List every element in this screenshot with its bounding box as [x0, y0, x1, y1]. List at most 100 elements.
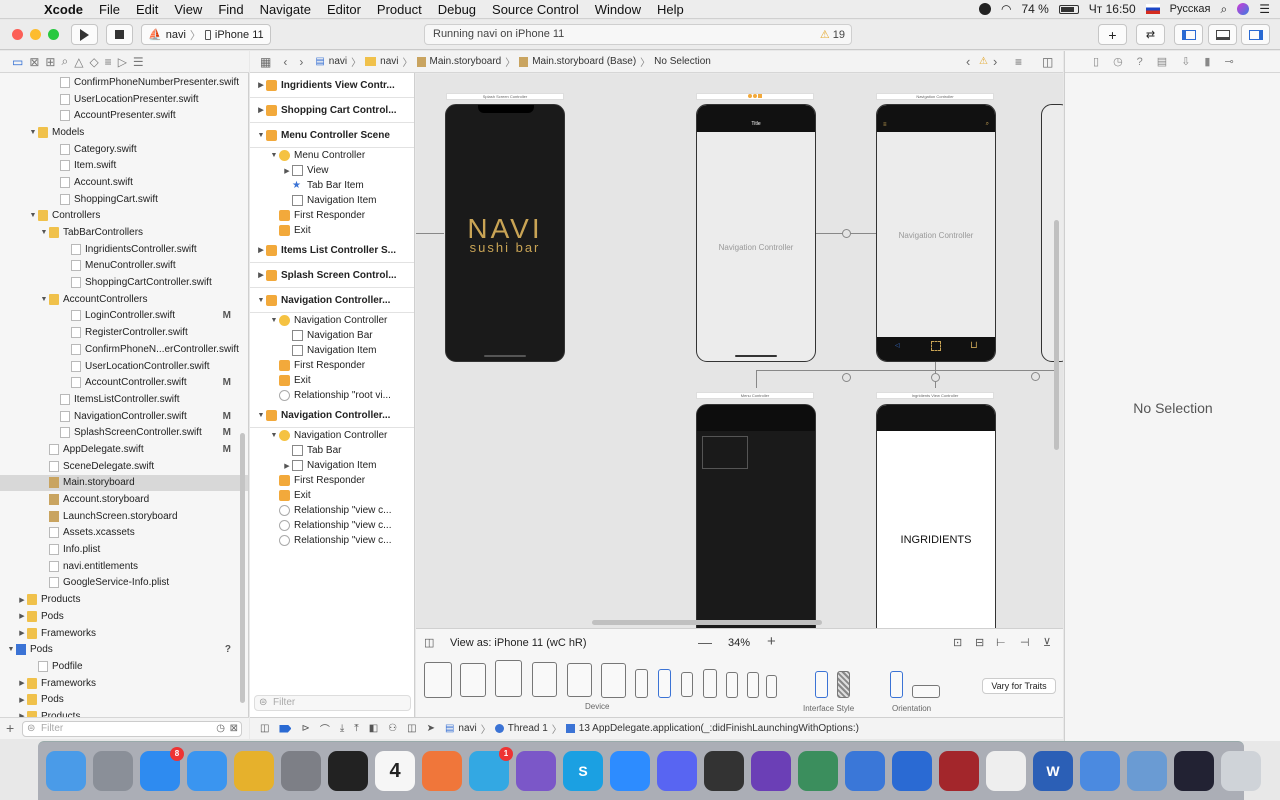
navigator-item[interactable]: ▶ Frameworks: [0, 675, 248, 692]
navigator-item[interactable]: ItemsListController.swift: [0, 391, 248, 408]
recent-files-icon[interactable]: ◷: [216, 722, 225, 736]
navigator-item[interactable]: UserLocationController.swift: [0, 358, 248, 375]
outline-item[interactable]: ★ Tab Bar Item: [250, 178, 414, 193]
disclosure-triangle[interactable]: ▼: [39, 229, 49, 236]
location-icon[interactable]: ➤: [427, 723, 435, 734]
disclosure-triangle[interactable]: ▶: [282, 462, 292, 470]
history-inspector-icon[interactable]: ◷: [1113, 55, 1123, 68]
navigator-item[interactable]: Main.storyboard: [0, 474, 248, 492]
debug-navigator-icon[interactable]: ≡: [105, 55, 112, 69]
jump-path-selection[interactable]: No Selection: [654, 56, 711, 67]
device-ipad-pro-12[interactable]: [424, 662, 452, 698]
skype-icon[interactable]: S: [563, 751, 603, 791]
app-store-icon[interactable]: 8: [140, 747, 184, 791]
resolve-issues-icon[interactable]: ⊣: [1020, 636, 1030, 649]
vary-for-traits-button[interactable]: Vary for Traits: [982, 678, 1056, 694]
jump-path-base[interactable]: Main.storyboard (Base): [532, 56, 636, 67]
outline-scene[interactable]: ▼ Navigation Controller...: [250, 288, 414, 313]
splash-scene-title[interactable]: Splash Screen Controller: [446, 93, 564, 100]
file-inspector-icon[interactable]: ▯: [1093, 55, 1099, 68]
device-iphone-11-pro-max[interactable]: [635, 669, 648, 698]
finder-icon[interactable]: [46, 751, 86, 791]
partial-phone[interactable]: [1041, 104, 1063, 362]
embed-in-icon[interactable]: ⊻: [1043, 636, 1051, 649]
navigator-item[interactable]: ▼ AccountControllers: [0, 291, 248, 308]
outline-item[interactable]: Relationship "view c...: [250, 503, 414, 518]
close-window-button[interactable]: [12, 29, 23, 40]
toggle-navigator-button[interactable]: [1174, 24, 1203, 45]
device-iphone-8-plus[interactable]: [703, 669, 717, 698]
navigator-item[interactable]: ▶ Products: [0, 591, 248, 608]
menu-view[interactable]: View: [166, 2, 210, 17]
android-studio-icon[interactable]: [798, 751, 838, 791]
navigator-item[interactable]: RegisterController.swift: [0, 324, 248, 341]
navigator-item[interactable]: Podfile: [0, 658, 248, 675]
connections-inspector-icon[interactable]: ⊸: [1224, 55, 1233, 68]
segue-icon-4[interactable]: [1031, 372, 1040, 381]
word-icon[interactable]: W: [1033, 751, 1073, 791]
navigator-item[interactable]: ShoppingCartController.swift: [0, 274, 248, 291]
project-navigator-icon[interactable]: ▭: [12, 55, 23, 69]
telegram-icon[interactable]: 1: [469, 747, 513, 791]
menu-source-control[interactable]: Source Control: [484, 2, 587, 17]
viber-icon[interactable]: [516, 751, 556, 791]
canvas-vertical-scrollbar[interactable]: [1054, 220, 1059, 450]
scene-dock-icon-3[interactable]: [758, 94, 763, 98]
disclosure-triangle[interactable]: ▼: [28, 212, 38, 219]
test-navigator-icon[interactable]: ◇: [89, 55, 98, 69]
menu-app-name[interactable]: Xcode: [36, 2, 91, 17]
jump-path-file[interactable]: Main.storyboard: [430, 56, 502, 67]
environment-overrides-icon[interactable]: ◫: [407, 723, 416, 734]
navigator-item[interactable]: IngridientsController.swift: [0, 241, 248, 258]
nav2-scene-title[interactable]: Navigation Controller: [876, 93, 994, 100]
outline-item[interactable]: Navigation Item: [250, 343, 414, 358]
disclosure-triangle[interactable]: ▼: [269, 317, 279, 324]
wifi-icon[interactable]: ◠: [1001, 2, 1011, 16]
textedit-icon[interactable]: [986, 751, 1026, 791]
device-iphone-se[interactable]: [747, 672, 759, 698]
nav2-phone[interactable]: ≡ ⌕ Navigation Controller ◁ ⊔: [876, 104, 996, 362]
toggle-debug-button[interactable]: [1208, 24, 1237, 45]
navigator-item[interactable]: LaunchScreen.storyboard: [0, 508, 248, 525]
disclosure-triangle[interactable]: ▼: [256, 412, 266, 419]
breakpoints-toggle-icon[interactable]: [279, 724, 292, 733]
landscape-icon[interactable]: [912, 685, 940, 698]
device-ipad-9[interactable]: [601, 663, 626, 698]
keyboard-layout[interactable]: Русская: [1170, 3, 1211, 15]
ingridients-phone[interactable]: INGRIDIENTS: [876, 404, 996, 628]
navigator-filter-field[interactable]: ⊜ Filter ◷ ⊠: [22, 721, 242, 737]
navigator-item[interactable]: Info.plist: [0, 541, 248, 558]
stop-button[interactable]: [106, 24, 133, 45]
navigator-item[interactable]: AccountPresenter.swift: [0, 107, 248, 124]
outline-filter-field[interactable]: ⊜ Filter: [254, 695, 411, 711]
code-review-button[interactable]: ⇄: [1136, 24, 1165, 45]
photo-booth-icon[interactable]: [939, 751, 979, 791]
disclosure-triangle[interactable]: ▶: [17, 696, 27, 704]
disclosure-triangle[interactable]: ▶: [256, 106, 266, 114]
device-ipad-pro-11[interactable]: [460, 663, 486, 697]
search-icon[interactable]: ⌕: [1221, 2, 1228, 17]
outline-item[interactable]: Relationship "view c...: [250, 518, 414, 533]
size-inspector-icon[interactable]: ▮: [1204, 55, 1210, 68]
step-out-icon[interactable]: ⤒: [354, 723, 358, 734]
navigator-item[interactable]: LoginController.swift M: [0, 308, 248, 325]
menu-scene-title[interactable]: Menu Controller: [696, 392, 814, 399]
report-navigator-icon[interactable]: ☰: [133, 55, 144, 69]
ingridients-scene-title[interactable]: Ingridients View Controller: [876, 392, 994, 399]
menu-edit[interactable]: Edit: [128, 2, 166, 17]
find-navigator-icon[interactable]: ⌕: [61, 54, 68, 69]
view-as-label[interactable]: View as: iPhone 11 (wC hR): [450, 637, 587, 649]
sketch-icon[interactable]: [422, 751, 462, 791]
discord-icon[interactable]: [657, 751, 697, 791]
visual-studio-icon[interactable]: [751, 751, 791, 791]
simulator-icon[interactable]: [1080, 751, 1120, 791]
outline-item[interactable]: ▼ Menu Controller: [250, 148, 414, 163]
outline-item[interactable]: Navigation Item: [250, 193, 414, 208]
navigator-item[interactable]: navi.entitlements: [0, 558, 248, 575]
siri-icon[interactable]: [1237, 3, 1250, 15]
quicktime-icon[interactable]: [1174, 751, 1214, 791]
view-debugger-icon[interactable]: ◧: [369, 723, 378, 734]
outline-item[interactable]: ▼ Navigation Controller: [250, 313, 414, 328]
device-iphone-8[interactable]: [726, 672, 738, 698]
navigator-item[interactable]: AppDelegate.swift M: [0, 441, 248, 458]
